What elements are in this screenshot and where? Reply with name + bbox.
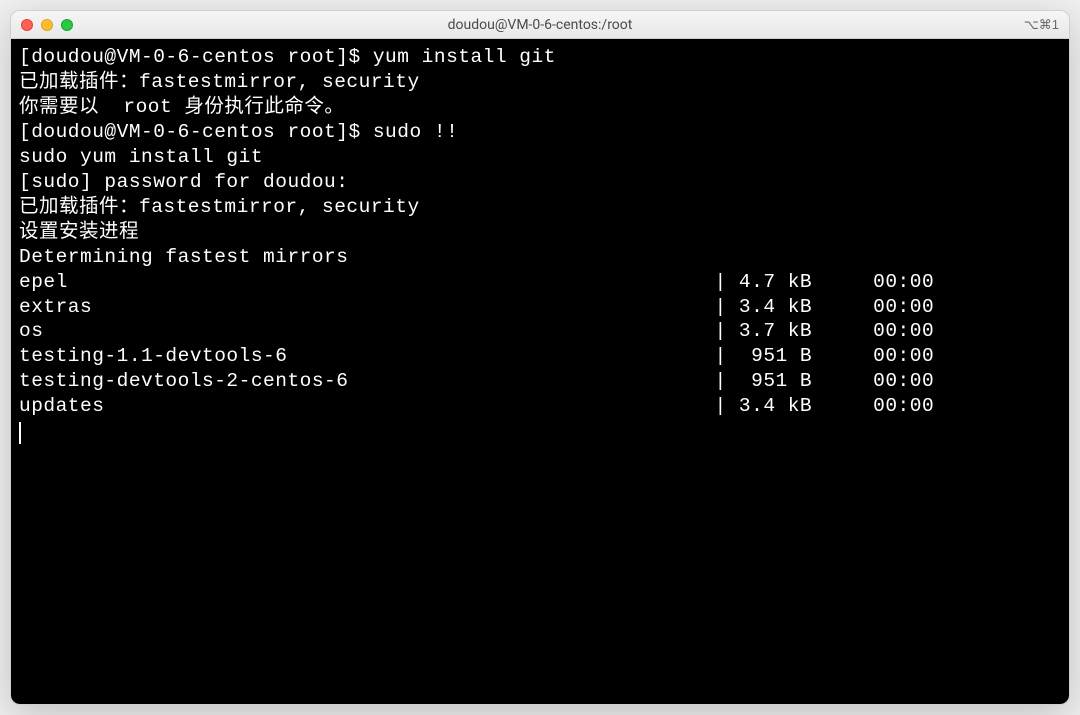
terminal-line: Determining fastest mirrors [19, 245, 1061, 270]
terminal-line: 已加载插件：fastestmirror, security [19, 70, 1061, 95]
minimize-button[interactable] [41, 19, 53, 31]
maximize-button[interactable] [61, 19, 73, 31]
terminal-line: testing-1.1-devtools-6 | 951 B 00:00 [19, 344, 1061, 369]
terminal-line: [sudo] password for doudou: [19, 170, 1061, 195]
window-title: doudou@VM-0-6-centos:/root [448, 17, 633, 33]
terminal-line: 你需要以 root 身份执行此命令。 [19, 95, 1061, 120]
terminal-line: 设置安装进程 [19, 220, 1061, 245]
terminal-line: [doudou@VM-0-6-centos root]$ yum install… [19, 45, 1061, 70]
traffic-lights [21, 19, 73, 31]
terminal-window: doudou@VM-0-6-centos:/root ⌥⌘1 [doudou@V… [10, 10, 1070, 705]
cursor-line [19, 419, 1061, 444]
terminal-line: os | 3.7 kB 00:00 [19, 319, 1061, 344]
terminal-line: epel | 4.7 kB 00:00 [19, 270, 1061, 295]
terminal-line: [doudou@VM-0-6-centos root]$ sudo !! [19, 120, 1061, 145]
terminal-line: sudo yum install git [19, 145, 1061, 170]
terminal-line: testing-devtools-2-centos-6 | 951 B 00:0… [19, 369, 1061, 394]
titlebar: doudou@VM-0-6-centos:/root ⌥⌘1 [11, 11, 1069, 39]
close-button[interactable] [21, 19, 33, 31]
keyboard-shortcut: ⌥⌘1 [1024, 17, 1059, 33]
terminal-line: updates | 3.4 kB 00:00 [19, 394, 1061, 419]
cursor-icon [19, 422, 21, 444]
terminal-line: 已加载插件：fastestmirror, security [19, 195, 1061, 220]
terminal-content[interactable]: [doudou@VM-0-6-centos root]$ yum install… [11, 39, 1069, 704]
terminal-line: extras | 3.4 kB 00:00 [19, 295, 1061, 320]
